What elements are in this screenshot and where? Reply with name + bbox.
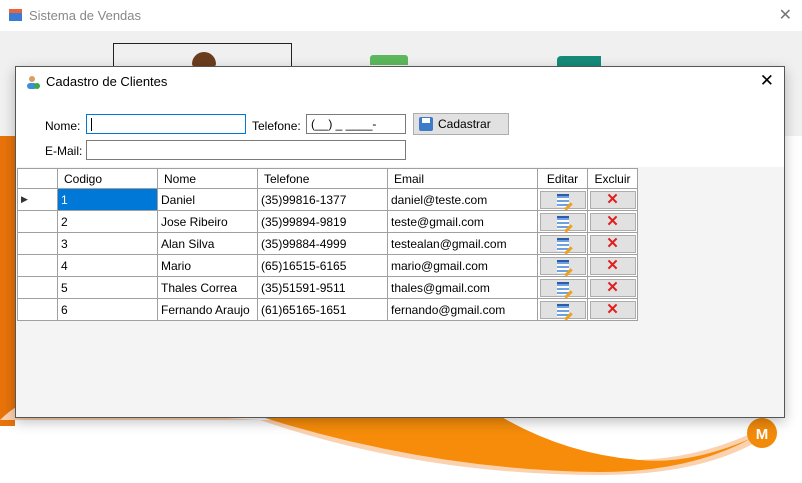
cell-telefone[interactable]: (35)99816-1377 — [257, 188, 388, 211]
text-caret — [91, 118, 92, 131]
cell-codigo[interactable]: 3 — [57, 232, 158, 255]
row-header[interactable] — [17, 210, 58, 233]
delete-button[interactable]: ✕ — [589, 278, 636, 297]
cell-telefone[interactable]: (35)99894-9819 — [257, 210, 388, 233]
edit-icon — [556, 281, 569, 295]
edit-icon — [556, 259, 569, 273]
delete-button[interactable]: ✕ — [589, 256, 636, 275]
cell-codigo[interactable]: 5 — [57, 276, 158, 299]
cell-codigo[interactable]: 2 — [57, 210, 158, 233]
row-header[interactable]: ▶ — [17, 188, 58, 211]
cell-nome[interactable]: Jose Ribeiro — [157, 210, 258, 233]
email-input[interactable] — [86, 140, 406, 160]
row-header[interactable] — [17, 276, 58, 299]
clientes-grid: Codigo Nome Telefone Email Editar Exclui… — [17, 168, 638, 321]
column-header-editar[interactable]: Editar — [537, 168, 588, 189]
cadastrar-button[interactable]: Cadastrar — [413, 113, 509, 135]
cadastro-clientes-dialog: Cadastro de Clientes ✕ Nome: Telefone: (… — [15, 66, 785, 418]
edit-button[interactable] — [539, 256, 586, 275]
store-icon — [9, 9, 22, 21]
email-label: E-Mail: — [45, 144, 83, 158]
logo-letter: M — [756, 426, 769, 443]
cell-nome[interactable]: Alan Silva — [157, 232, 258, 255]
grid-header: Codigo Nome Telefone Email Editar Exclui… — [17, 168, 638, 189]
cell-codigo[interactable]: 6 — [57, 298, 158, 321]
cell-codigo[interactable]: 1 — [57, 188, 158, 211]
column-header-nome[interactable]: Nome — [157, 168, 258, 189]
delete-button[interactable]: ✕ — [589, 190, 636, 209]
cell-codigo[interactable]: 4 — [57, 254, 158, 277]
produtos-icon[interactable] — [370, 55, 408, 65]
dialog-close-button[interactable]: ✕ — [760, 71, 774, 91]
cell-editar — [537, 232, 588, 255]
telefone-label: Telefone: — [252, 119, 301, 133]
edit-icon — [556, 237, 569, 251]
nome-label: Nome: — [45, 119, 81, 133]
edit-icon — [556, 215, 569, 229]
main-window-title: Sistema de Vendas — [29, 8, 142, 23]
main-close-button[interactable]: ✕ — [779, 5, 792, 25]
cell-nome[interactable]: Thales Correa — [157, 276, 258, 299]
telefone-input[interactable]: (__) _ ____-____ — [306, 114, 406, 145]
cell-email[interactable]: mario@gmail.com — [387, 254, 538, 277]
cell-excluir: ✕ — [587, 188, 638, 211]
delete-button[interactable]: ✕ — [589, 300, 636, 319]
cell-editar — [537, 254, 588, 277]
delete-button[interactable]: ✕ — [589, 212, 636, 231]
row-header-corner — [17, 168, 58, 189]
edit-button[interactable] — [539, 212, 586, 231]
cell-email[interactable]: daniel@teste.com — [387, 188, 538, 211]
cell-email[interactable]: fernando@gmail.com — [387, 298, 538, 321]
save-icon — [419, 117, 433, 131]
column-header-telefone[interactable]: Telefone — [257, 168, 388, 189]
dialog-title: Cadastro de Clientes — [46, 74, 168, 89]
column-header-excluir[interactable]: Excluir — [587, 168, 638, 189]
cell-excluir: ✕ — [587, 276, 638, 299]
cell-email[interactable]: teste@gmail.com — [387, 210, 538, 233]
table-row[interactable]: 4 Mario (65)16515-6165 mario@gmail.com ✕ — [17, 254, 638, 277]
cell-nome[interactable]: Mario — [157, 254, 258, 277]
edit-button[interactable] — [539, 190, 586, 209]
cell-telefone[interactable]: (35)99884-4999 — [257, 232, 388, 255]
table-row[interactable]: 2 Jose Ribeiro (35)99894-9819 teste@gmai… — [17, 210, 638, 233]
edit-button[interactable] — [539, 300, 586, 319]
edit-button[interactable] — [539, 234, 586, 253]
cell-telefone[interactable]: (35)51591-9511 — [257, 276, 388, 299]
cell-nome[interactable]: Daniel — [157, 188, 258, 211]
cell-excluir: ✕ — [587, 210, 638, 233]
cell-excluir: ✕ — [587, 232, 638, 255]
column-header-email[interactable]: Email — [387, 168, 538, 189]
cell-telefone[interactable]: (65)16515-6165 — [257, 254, 388, 277]
cell-email[interactable]: thales@gmail.com — [387, 276, 538, 299]
edit-icon — [556, 193, 569, 207]
table-row[interactable]: 5 Thales Correa (35)51591-9511 thales@gm… — [17, 276, 638, 299]
cell-editar — [537, 188, 588, 211]
table-row[interactable]: ▶ 1 Daniel (35)99816-1377 daniel@teste.c… — [17, 188, 638, 211]
cell-excluir: ✕ — [587, 298, 638, 321]
cell-editar — [537, 276, 588, 299]
cell-nome[interactable]: Fernando Araujo — [157, 298, 258, 321]
main-title-bar: Sistema de Vendas ✕ — [0, 0, 802, 31]
cell-email[interactable]: testealan@gmail.com — [387, 232, 538, 255]
cart-icon[interactable] — [557, 56, 601, 66]
nome-input[interactable] — [86, 114, 246, 134]
cell-excluir: ✕ — [587, 254, 638, 277]
edit-icon — [556, 303, 569, 317]
column-header-codigo[interactable]: Codigo — [57, 168, 158, 189]
edit-button[interactable] — [539, 278, 586, 297]
row-header[interactable] — [17, 298, 58, 321]
add-user-icon — [27, 76, 40, 89]
table-row[interactable]: 3 Alan Silva (35)99884-4999 testealan@gm… — [17, 232, 638, 255]
cell-editar — [537, 210, 588, 233]
row-header[interactable] — [17, 254, 58, 277]
delete-button[interactable]: ✕ — [589, 234, 636, 253]
row-header[interactable] — [17, 232, 58, 255]
table-row[interactable]: 6 Fernando Araujo (61)65165-1651 fernand… — [17, 298, 638, 321]
cell-telefone[interactable]: (61)65165-1651 — [257, 298, 388, 321]
cell-editar — [537, 298, 588, 321]
